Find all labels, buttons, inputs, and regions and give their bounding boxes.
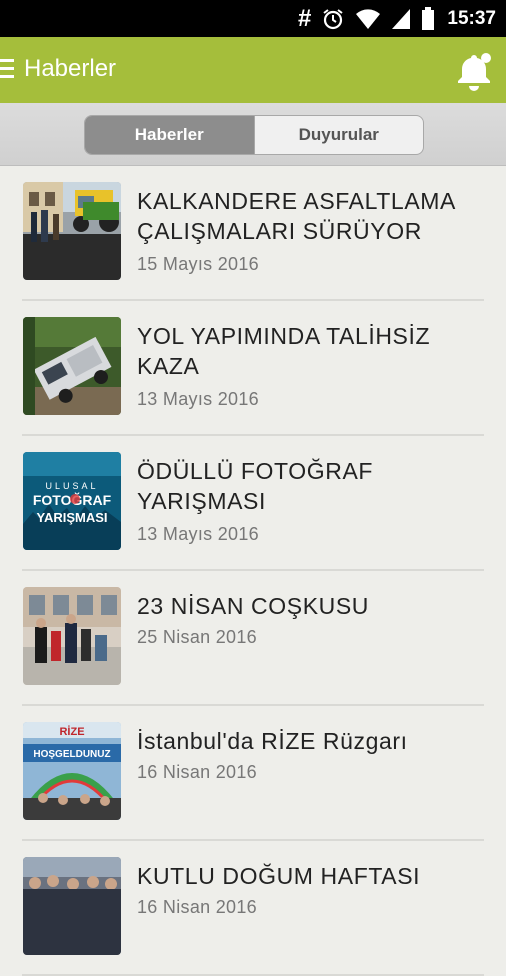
status-time: 15:37 (447, 7, 496, 29)
news-date: 13 Mayıs 2016 (137, 389, 259, 409)
status-icons: # 15:37 (298, 0, 496, 37)
battery-icon (422, 6, 435, 30)
news-title: İstanbul'da RİZE Rüzgarı (137, 728, 408, 754)
news-thumbnail (23, 182, 121, 280)
thumb-text-yarismasi: YARIŞMASI (36, 510, 107, 525)
news-title: ÖDÜLLÜ FOTOĞRAF YARIŞMASI (137, 458, 374, 514)
news-thumbnail: RİZE HOŞGELDUNUZ (23, 722, 121, 820)
app-bar: Haberler (0, 37, 506, 103)
status-bar: # 15:37 (0, 0, 506, 37)
news-date: 16 Nisan 2016 (137, 762, 257, 782)
thumb-text-ulusal: ULUSAL (45, 481, 98, 491)
tab-haberler[interactable]: Haberler (85, 116, 254, 154)
thumb-text-rize: RİZE (59, 725, 84, 738)
hamburger-menu-icon[interactable] (0, 59, 14, 79)
signal-icon (392, 8, 411, 29)
news-thumbnail (23, 587, 121, 685)
news-item[interactable]: RİZE HOŞGELDUNUZ İstanbul'da RİZE Rüzgar… (22, 706, 484, 841)
wifi-icon (356, 8, 381, 29)
news-item[interactable]: KALKANDERE ASFALTLAMA ÇALIŞMALARI SÜRÜYO… (22, 166, 484, 301)
news-date: 16 Nisan 2016 (137, 897, 257, 917)
alarm-icon (323, 8, 343, 29)
news-thumbnail: ULUSAL FOTOĞRAF YARIŞMASI (23, 452, 121, 550)
segmented-control: Haberler Duyurular (84, 115, 424, 155)
news-date: 25 Nisan 2016 (137, 627, 257, 647)
news-thumbnail (23, 857, 121, 955)
bell-icon[interactable] (452, 49, 496, 93)
tab-duyurular[interactable]: Duyurular (253, 116, 424, 154)
news-title: KUTLU DOĞUM HAFTASI (137, 863, 421, 889)
news-item[interactable]: ULUSAL FOTOĞRAF YARIŞMASI ÖDÜLLÜ FOTOĞRA… (22, 436, 484, 571)
news-thumbnail (23, 317, 121, 415)
news-item[interactable]: YOL YAPIMINDA TALİHSİZ KAZA 13 Mayıs 201… (22, 301, 484, 436)
news-title: YOL YAPIMINDA TALİHSİZ KAZA (137, 323, 431, 379)
news-item[interactable]: KUTLU DOĞUM HAFTASI 16 Nisan 2016 (22, 841, 484, 976)
news-title: 23 NİSAN COŞKUSU (137, 593, 369, 619)
news-item[interactable]: 23 NİSAN COŞKUSU 25 Nisan 2016 (22, 571, 484, 706)
news-title: KALKANDERE ASFALTLAMA ÇALIŞMALARI SÜRÜYO… (137, 188, 455, 244)
news-date: 15 Mayıs 2016 (137, 254, 259, 274)
page-title: Haberler (24, 55, 117, 82)
news-list: KALKANDERE ASFALTLAMA ÇALIŞMALARI SÜRÜYO… (0, 166, 506, 976)
hash-icon: # (298, 4, 312, 32)
news-date: 13 Mayıs 2016 (137, 524, 259, 544)
tab-bar: Haberler Duyurular (0, 103, 506, 166)
thumb-text-hosgeldunuz: HOŞGELDUNUZ (33, 749, 110, 760)
